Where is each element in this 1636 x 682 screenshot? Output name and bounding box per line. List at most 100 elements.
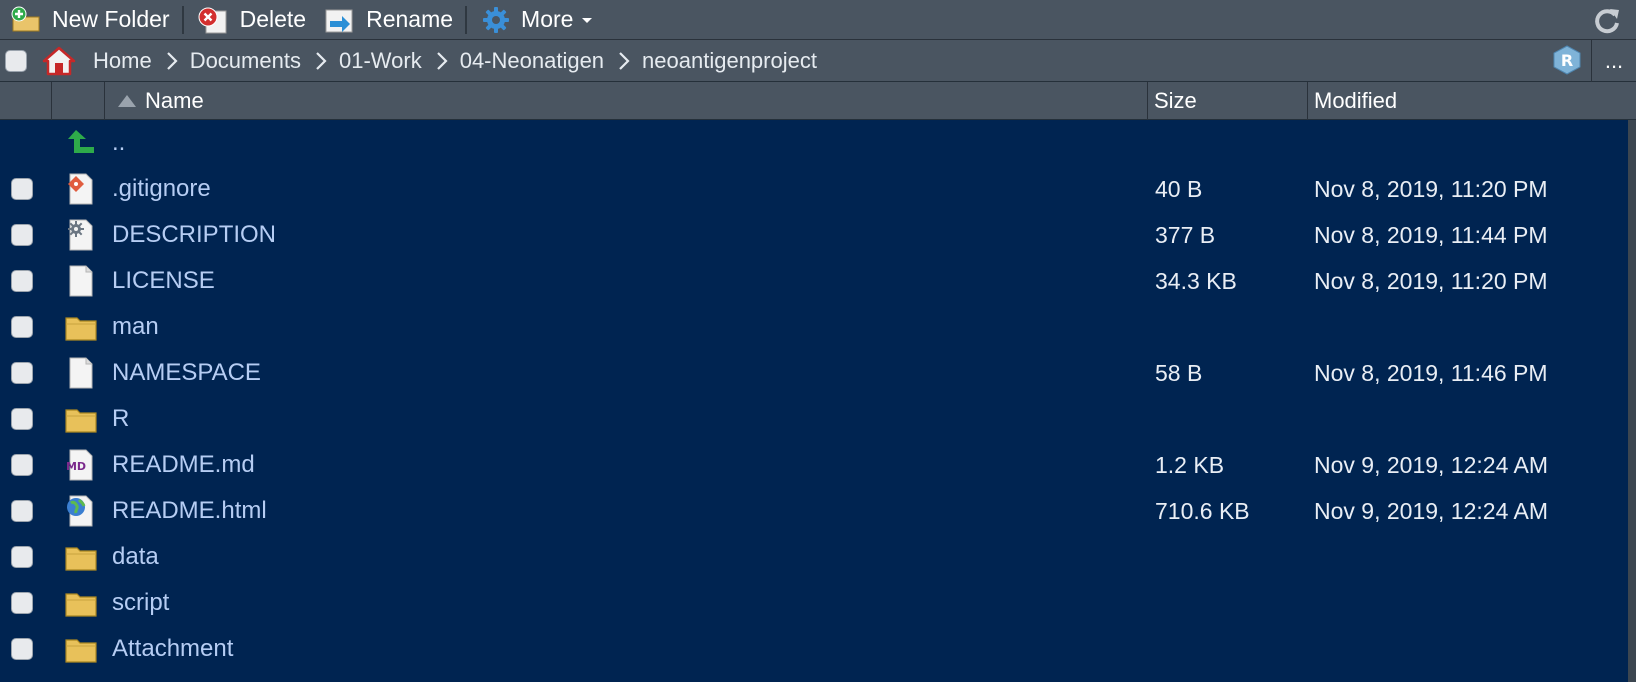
row-checkbox[interactable] <box>11 500 33 522</box>
file-icon <box>69 265 93 297</box>
chevron-right-icon <box>618 51 630 71</box>
parent-directory-link[interactable]: .. <box>112 129 125 157</box>
markdown-file-icon: MD <box>66 449 93 481</box>
folder-icon <box>65 547 97 571</box>
row-checkbox[interactable] <box>11 270 33 292</box>
file-name-link[interactable]: .gitignore <box>112 175 211 203</box>
file-row[interactable]: NAMESPACE 58 B Nov 8, 2019, 11:46 PM <box>0 350 1628 396</box>
file-row[interactable]: data <box>0 534 1628 580</box>
more-button[interactable]: More <box>471 0 601 40</box>
row-checkbox[interactable] <box>11 224 33 246</box>
breadcrumb: Home Documents 01-Work 04-Neonatigen neo… <box>0 40 1636 82</box>
globe-file-icon <box>67 495 93 527</box>
file-row[interactable]: R <box>0 396 1628 442</box>
row-checkbox[interactable] <box>11 454 33 476</box>
row-checkbox[interactable] <box>11 592 33 614</box>
row-checkbox[interactable] <box>11 546 33 568</box>
header-check-column <box>0 82 52 120</box>
file-row[interactable]: MD README.md 1.2 KB Nov 9, 2019, 12:24 AM <box>0 442 1628 488</box>
home-icon[interactable] <box>42 45 76 77</box>
chevron-right-icon <box>436 51 448 71</box>
gear-icon <box>483 6 510 33</box>
chevron-right-icon <box>315 51 327 71</box>
file-row[interactable]: Attachment <box>0 626 1628 672</box>
rename-button[interactable]: Rename <box>314 0 461 40</box>
file-name-link[interactable]: LICENSE <box>112 267 215 295</box>
toolbar-divider <box>181 5 184 34</box>
file-modified: Nov 8, 2019, 11:20 PM <box>1314 267 1548 294</box>
file-row[interactable]: DESCRIPTION 377 B Nov 8, 2019, 11:44 PM <box>0 212 1628 258</box>
svg-text:MD: MD <box>66 460 86 473</box>
chevron-right-icon <box>166 51 178 71</box>
file-row[interactable]: LICENSE 34.3 KB Nov 8, 2019, 11:20 PM <box>0 258 1628 304</box>
file-modified: Nov 9, 2019, 12:24 AM <box>1314 451 1548 478</box>
select-all-checkbox[interactable] <box>5 50 27 72</box>
breadcrumb-current[interactable]: neoantigenproject <box>642 48 817 74</box>
more-options-button[interactable]: ... <box>1591 40 1636 82</box>
header-size[interactable]: Size <box>1148 82 1308 120</box>
file-modified: Nov 9, 2019, 12:24 AM <box>1314 497 1548 524</box>
file-modified: Nov 8, 2019, 11:20 PM <box>1314 175 1548 202</box>
file-name-link[interactable]: NAMESPACE <box>112 359 261 387</box>
svg-text:R: R <box>1561 51 1573 70</box>
file-name-link[interactable]: DESCRIPTION <box>112 221 276 249</box>
file-icon <box>69 357 93 389</box>
new-folder-button[interactable]: New Folder <box>0 0 178 40</box>
file-row[interactable]: README.html 710.6 KB Nov 9, 2019, 12:24 AM <box>0 488 1628 534</box>
file-modified: Nov 8, 2019, 11:46 PM <box>1314 359 1548 386</box>
file-size: 710.6 KB <box>1155 497 1250 524</box>
refresh-icon[interactable] <box>1592 6 1622 36</box>
chevron-down-icon <box>582 17 593 23</box>
new-folder-label: New Folder <box>52 6 170 32</box>
column-header: Name Size Modified <box>0 82 1636 120</box>
file-row[interactable]: man <box>0 304 1628 350</box>
up-arrow-icon <box>68 130 94 153</box>
rename-label: Rename <box>366 6 454 32</box>
file-name-link[interactable]: README.md <box>112 451 255 479</box>
file-name-link[interactable]: Attachment <box>112 635 233 663</box>
gear-file-icon <box>68 219 93 251</box>
file-size: 58 B <box>1155 359 1203 386</box>
sort-ascending-icon <box>118 95 136 107</box>
delete-icon <box>198 7 227 33</box>
file-row[interactable]: .gitignore 40 B Nov 8, 2019, 11:20 PM <box>0 166 1628 212</box>
file-size: 1.2 KB <box>1155 451 1225 478</box>
folder-icon <box>65 639 97 663</box>
file-size: 34.3 KB <box>1155 267 1237 294</box>
file-name-link[interactable]: README.html <box>112 497 267 525</box>
row-checkbox[interactable] <box>11 316 33 338</box>
file-name-link[interactable]: R <box>112 405 129 433</box>
parent-directory-row[interactable]: .. <box>0 120 1628 166</box>
git-file-icon <box>68 173 93 205</box>
folder-icon <box>65 409 97 433</box>
delete-label: Delete <box>239 6 307 32</box>
breadcrumb-documents[interactable]: Documents <box>190 48 301 74</box>
delete-button[interactable]: Delete <box>188 0 314 40</box>
row-checkbox[interactable] <box>11 408 33 430</box>
breadcrumb-01-work[interactable]: 01-Work <box>339 48 422 74</box>
row-checkbox[interactable] <box>11 638 33 660</box>
header-modified[interactable]: Modified <box>1308 82 1628 120</box>
more-label: More <box>521 6 574 32</box>
toolbar: New Folder Delete Rename More <box>0 0 1636 40</box>
file-size: 40 B <box>1155 175 1203 202</box>
file-size: 377 B <box>1155 221 1216 248</box>
folder-icon <box>65 317 97 341</box>
file-name-link[interactable]: data <box>112 543 159 571</box>
scrollbar[interactable] <box>1628 120 1636 682</box>
file-list: .. .gitignore 40 B Nov 8, 2019, 11:20 PM DE… <box>0 120 1628 672</box>
header-icon-column <box>52 82 105 120</box>
folder-icon <box>65 593 97 617</box>
row-checkbox[interactable] <box>11 362 33 384</box>
r-project-icon[interactable]: R <box>1552 44 1582 76</box>
file-name-link[interactable]: man <box>112 313 159 341</box>
row-checkbox[interactable] <box>11 178 33 200</box>
breadcrumb-04-neonatigen[interactable]: 04-Neonatigen <box>460 48 604 74</box>
file-row[interactable]: script <box>0 580 1628 626</box>
file-modified: Nov 8, 2019, 11:44 PM <box>1314 221 1548 248</box>
file-name-link[interactable]: script <box>112 589 169 617</box>
header-name[interactable]: Name <box>105 82 1148 120</box>
toolbar-divider <box>465 5 468 34</box>
new-folder-icon <box>11 6 40 31</box>
breadcrumb-home[interactable]: Home <box>93 48 152 74</box>
